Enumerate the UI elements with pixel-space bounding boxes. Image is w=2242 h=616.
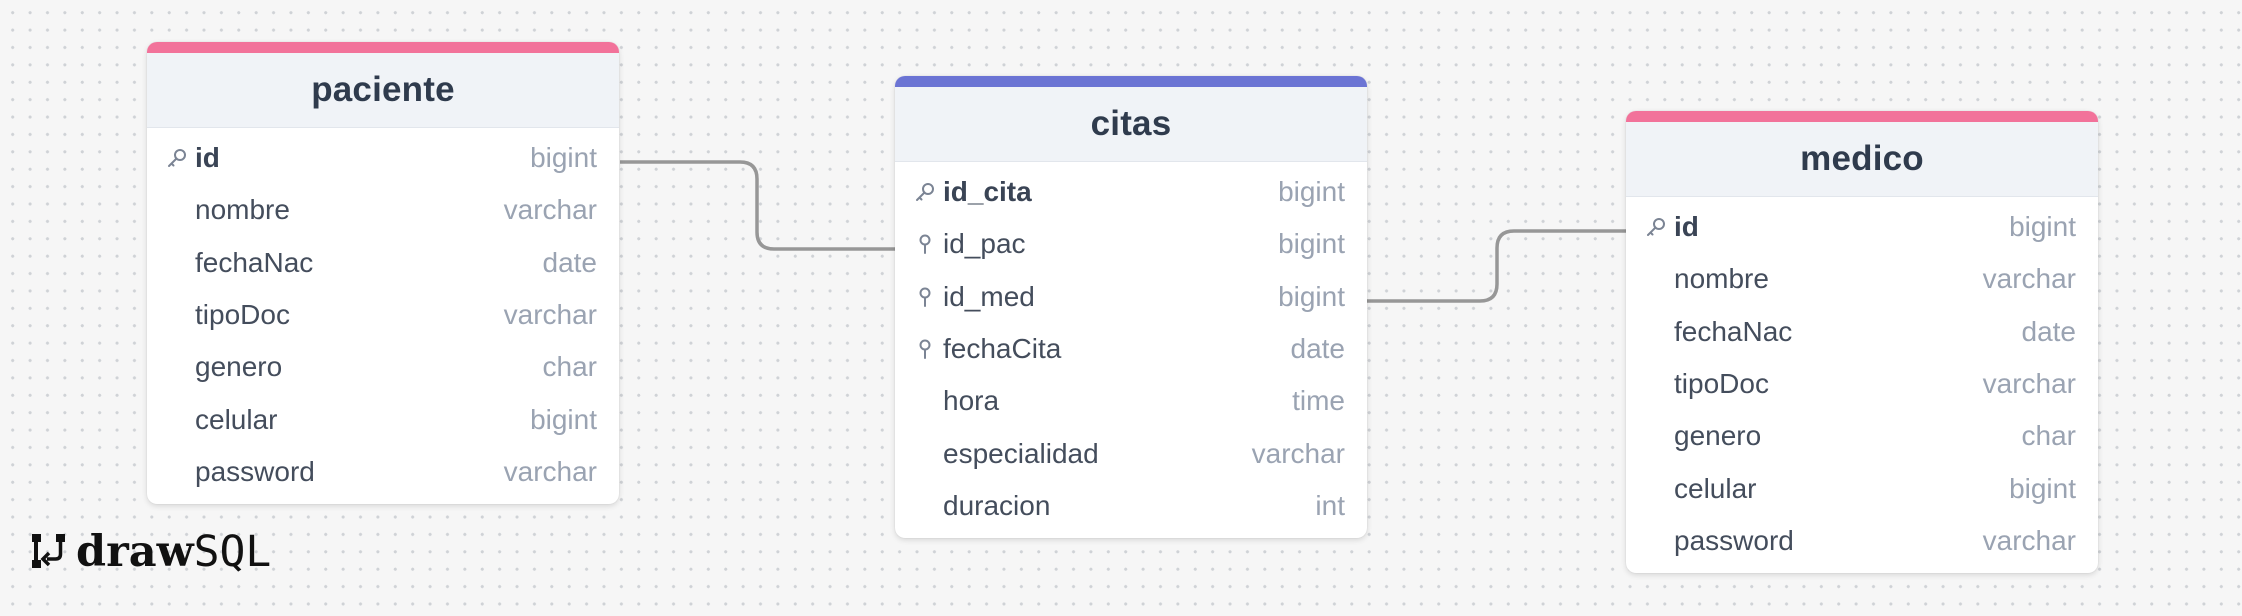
column-type: bigint xyxy=(530,403,597,435)
column-type: char xyxy=(2021,420,2076,452)
column-name: password xyxy=(1674,524,1794,556)
relation-citas-medico[interactable] xyxy=(1367,229,1628,303)
table-medico[interactable]: medico id bigint nombre varchar fechaNac… xyxy=(1626,111,2098,574)
column-row-fechaNac[interactable]: fechaNac date xyxy=(147,237,619,289)
column-row-genero[interactable]: genero char xyxy=(147,341,619,393)
column-name: tipoDoc xyxy=(195,299,290,331)
column-name: fechaCita xyxy=(943,333,1062,365)
column-name: id_med xyxy=(943,280,1035,312)
column-name: id xyxy=(195,142,220,174)
column-type: bigint xyxy=(1278,228,1345,260)
column-name: hora xyxy=(943,385,1000,417)
table-header[interactable]: paciente xyxy=(147,53,619,128)
pin-icon xyxy=(913,285,937,309)
column-row-celular[interactable]: celular bigint xyxy=(1626,462,2098,514)
drawsql-logo-text: drawSQL xyxy=(76,530,271,574)
column-type: varchar xyxy=(1982,368,2076,400)
table-citas[interactable]: citas id_cita bigint id_pac bigint id_me… xyxy=(895,76,1367,539)
drawsql-logo[interactable]: drawSQL xyxy=(30,530,271,574)
column-row-id_pac[interactable]: id_pac bigint xyxy=(895,218,1367,270)
column-type: varchar xyxy=(503,455,597,487)
pin-icon xyxy=(913,232,937,256)
column-row-tipoDoc[interactable]: tipoDoc varchar xyxy=(1626,358,2098,410)
column-name: id xyxy=(1674,211,1699,243)
column-type: varchar xyxy=(1982,263,2076,295)
key-icon xyxy=(913,180,937,204)
column-name: tipoDoc xyxy=(1674,368,1769,400)
table-title: citas xyxy=(1090,104,1172,143)
column-name: nombre xyxy=(1674,263,1769,295)
column-type: bigint xyxy=(1278,280,1345,312)
column-name: fechaNac xyxy=(195,246,314,278)
column-name: genero xyxy=(1674,420,1762,452)
column-type: date xyxy=(2021,315,2077,347)
column-row-nombre[interactable]: nombre varchar xyxy=(1626,253,2098,305)
table-title: paciente xyxy=(311,70,455,109)
table-title: medico xyxy=(1800,139,1924,178)
table-accent-bar xyxy=(895,76,1367,87)
column-row-nombre[interactable]: nombre varchar xyxy=(147,184,619,236)
drawsql-logo-icon xyxy=(32,534,65,568)
column-type: date xyxy=(1290,333,1346,365)
logo-text-sql: SQL xyxy=(193,526,272,577)
column-row-genero[interactable]: genero char xyxy=(1626,410,2098,462)
column-list: id bigint nombre varchar fechaNac date t… xyxy=(1626,197,2098,573)
column-name: password xyxy=(195,455,315,487)
column-row-tipoDoc[interactable]: tipoDoc varchar xyxy=(147,289,619,341)
column-row-duracion[interactable]: duracion int xyxy=(895,480,1367,532)
column-row-id[interactable]: id bigint xyxy=(1626,201,2098,253)
column-type: int xyxy=(1315,489,1345,521)
column-type: date xyxy=(542,246,598,278)
logo-text-draw: draw xyxy=(76,526,194,577)
column-name: id_pac xyxy=(943,228,1026,260)
column-type: varchar xyxy=(503,299,597,331)
column-row-id[interactable]: id bigint xyxy=(147,132,619,184)
column-name: celular xyxy=(1674,472,1757,504)
column-type: varchar xyxy=(1251,437,1345,469)
column-name: genero xyxy=(195,351,283,383)
column-type: bigint xyxy=(2009,472,2076,504)
key-icon xyxy=(1644,215,1668,239)
column-row-id_med[interactable]: id_med bigint xyxy=(895,271,1367,323)
column-name: nombre xyxy=(195,194,290,226)
column-name: celular xyxy=(195,403,278,435)
column-row-especialidad[interactable]: especialidad varchar xyxy=(895,427,1367,479)
key-icon xyxy=(165,146,189,170)
column-row-password[interactable]: password varchar xyxy=(147,446,619,498)
table-accent-bar xyxy=(1626,111,2098,122)
table-header[interactable]: citas xyxy=(895,87,1367,162)
relation-paciente-citas[interactable] xyxy=(620,160,897,251)
column-list: id_cita bigint id_pac bigint id_med bigi… xyxy=(895,162,1367,538)
pin-icon xyxy=(913,337,937,361)
column-row-id_cita[interactable]: id_cita bigint xyxy=(895,166,1367,218)
column-row-fechaCita[interactable]: fechaCita date xyxy=(895,323,1367,375)
column-row-hora[interactable]: hora time xyxy=(895,375,1367,427)
table-header[interactable]: medico xyxy=(1626,122,2098,197)
column-type: bigint xyxy=(1278,176,1345,208)
column-type: bigint xyxy=(530,142,597,174)
table-paciente[interactable]: paciente id bigint nombre varchar fechaN… xyxy=(147,42,619,505)
table-accent-bar xyxy=(147,42,619,53)
column-row-celular[interactable]: celular bigint xyxy=(147,393,619,445)
column-name: especialidad xyxy=(943,437,1099,469)
column-type: char xyxy=(542,351,597,383)
column-row-fechaNac[interactable]: fechaNac date xyxy=(1626,306,2098,358)
column-row-password[interactable]: password varchar xyxy=(1626,515,2098,567)
column-name: fechaNac xyxy=(1674,315,1793,347)
column-type: varchar xyxy=(1982,524,2076,556)
column-type: time xyxy=(1292,385,1345,417)
column-name: duracion xyxy=(943,489,1051,521)
column-type: bigint xyxy=(2009,211,2076,243)
column-name: id_cita xyxy=(943,176,1032,208)
column-list: id bigint nombre varchar fechaNac date t… xyxy=(147,128,619,504)
column-type: varchar xyxy=(503,194,597,226)
